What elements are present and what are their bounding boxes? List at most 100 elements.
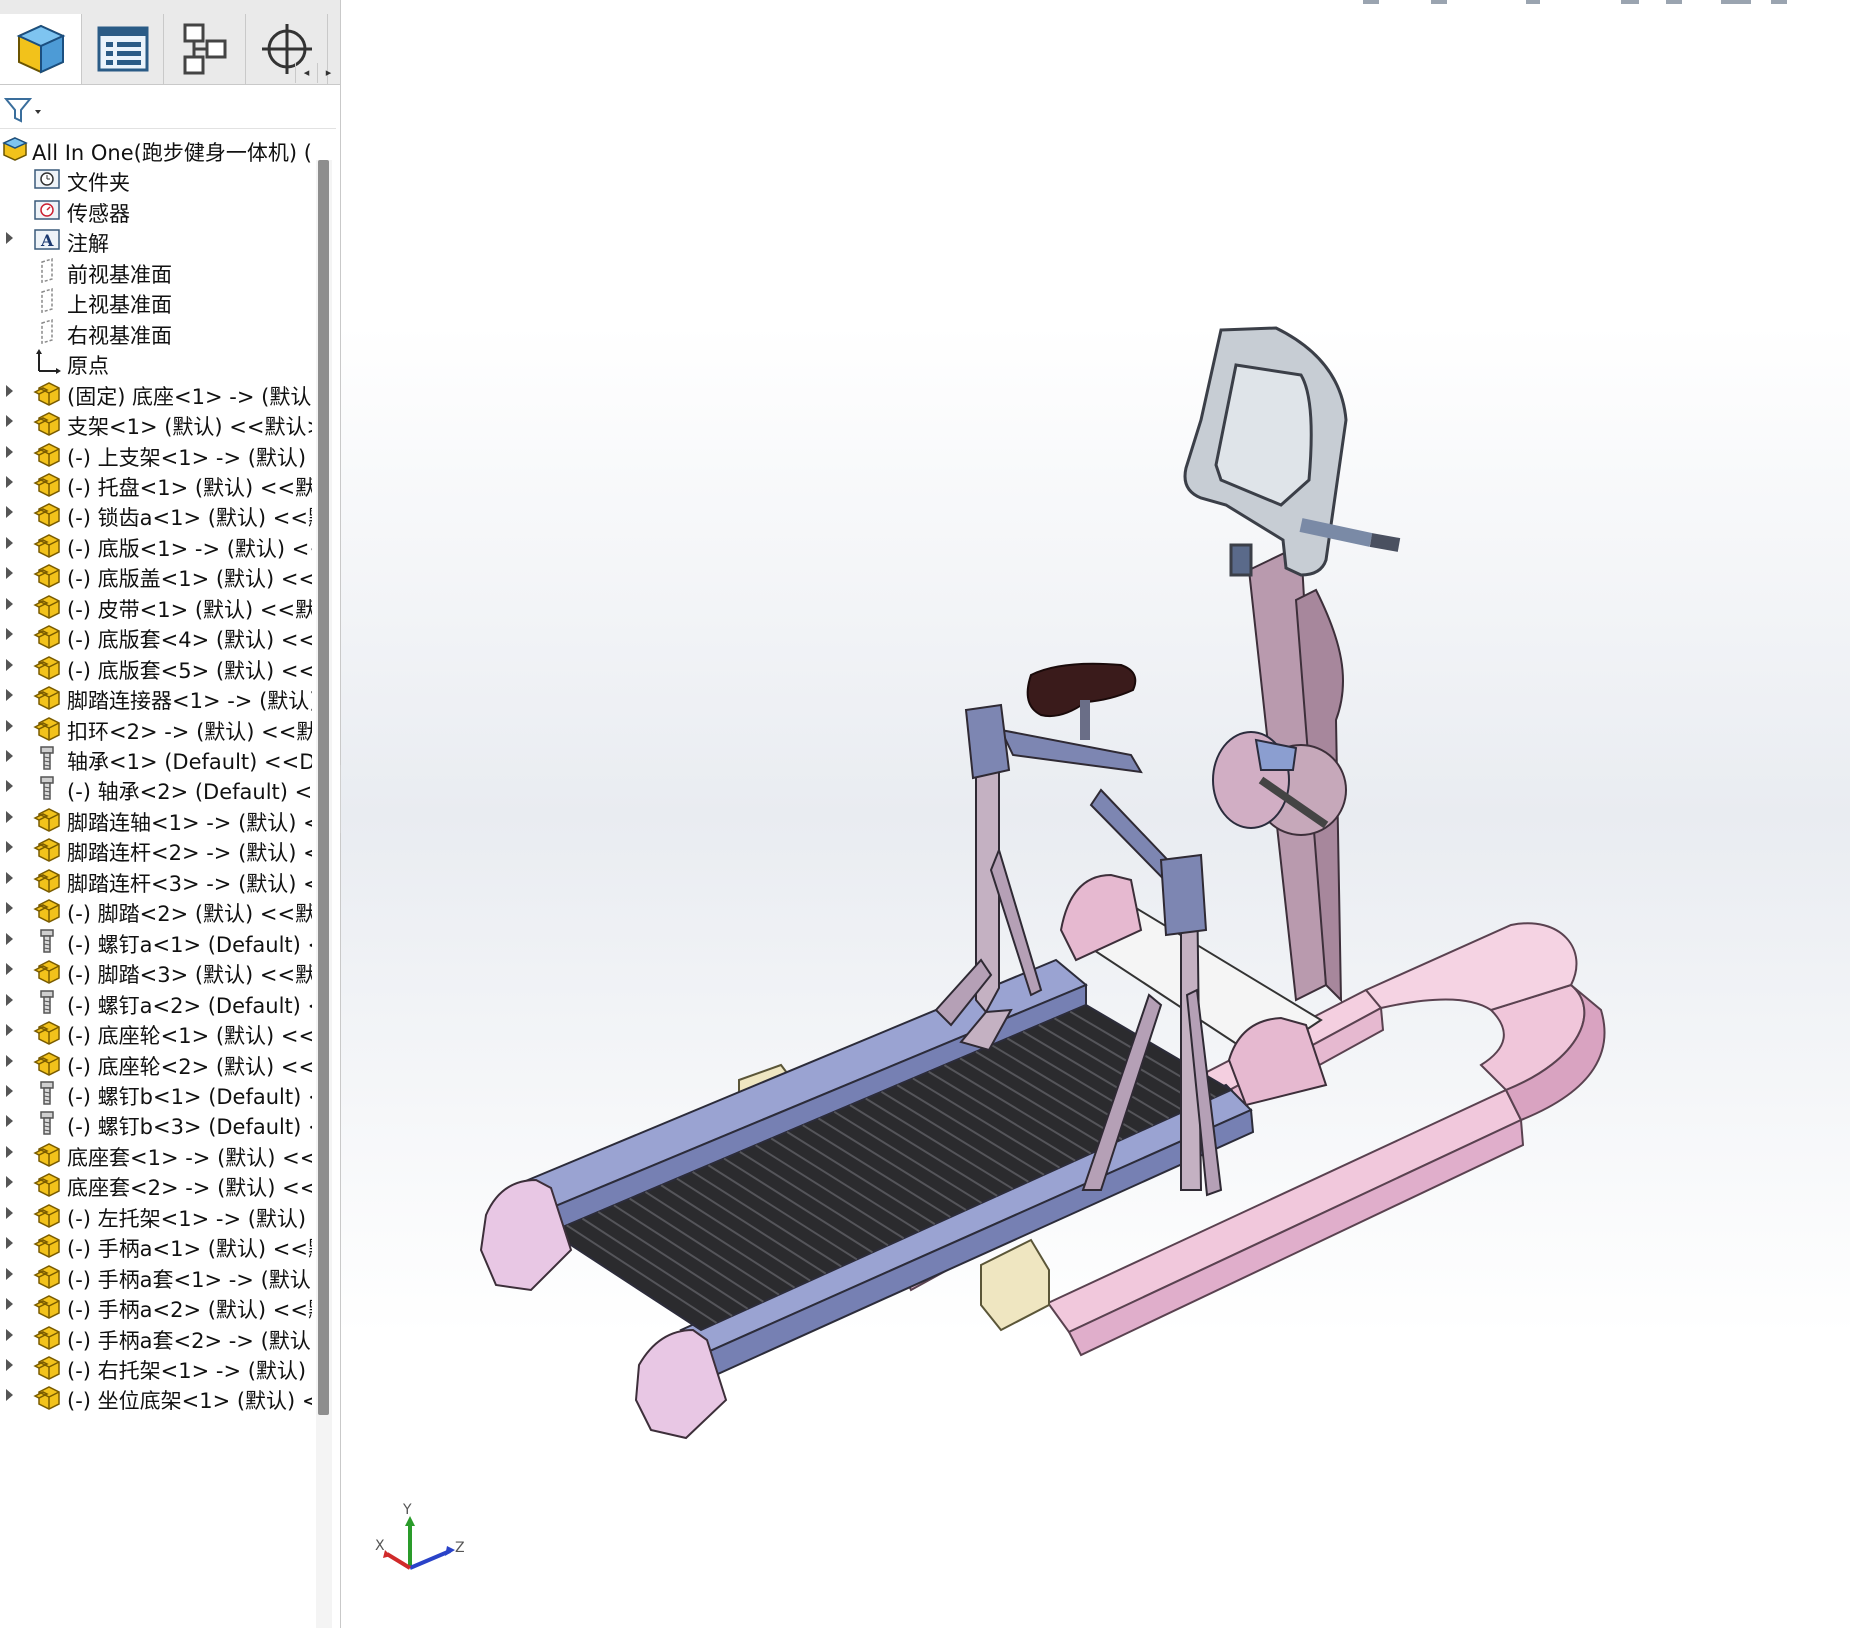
part-icon: [33, 1354, 61, 1380]
svg-text:A: A: [40, 231, 54, 250]
tab-scroll-right-icon[interactable]: ▸: [317, 63, 339, 83]
expand-arrow-icon[interactable]: [6, 811, 13, 823]
expand-arrow-icon[interactable]: [6, 1115, 13, 1127]
feature-manager-panel: ◂ ▸ All In One(跑步健身一体机) (文件夹 传感器 A 注解 前视基准面上…: [0, 0, 341, 1628]
part-icon: [33, 684, 61, 710]
expand-arrow-icon[interactable]: [6, 659, 13, 671]
axis-triad: Y Z X: [375, 1502, 475, 1586]
expand-arrow-icon[interactable]: [6, 1389, 13, 1401]
expand-arrow-icon[interactable]: [6, 780, 13, 792]
origin-icon: [33, 349, 61, 375]
expand-arrow-icon[interactable]: [6, 1237, 13, 1249]
expand-arrow-icon[interactable]: [6, 1024, 13, 1036]
part-cube-icon: [16, 24, 65, 74]
expand-arrow-icon[interactable]: [6, 232, 13, 244]
expand-arrow-icon[interactable]: [6, 446, 13, 458]
expand-arrow-icon[interactable]: [6, 1176, 13, 1188]
configuration-icon: [183, 23, 226, 75]
part-icon: [33, 1263, 61, 1289]
expand-arrow-icon[interactable]: [6, 720, 13, 732]
expand-arrow-icon[interactable]: [6, 994, 13, 1006]
expand-arrow-icon[interactable]: [6, 1146, 13, 1158]
part-icon: [33, 654, 61, 680]
toolbox-icon: [33, 1080, 61, 1106]
part-icon: [33, 380, 61, 406]
toolbox-icon: [33, 745, 61, 771]
part-icon: [33, 410, 61, 436]
tree-filter-row: [0, 88, 336, 129]
expand-arrow-icon[interactable]: [6, 689, 13, 701]
part-icon: [33, 501, 61, 527]
expand-arrow-icon[interactable]: [6, 841, 13, 853]
part-icon: [33, 1202, 61, 1228]
expand-arrow-icon[interactable]: [6, 1359, 13, 1371]
manager-tab-bar: ◂ ▸: [0, 0, 340, 85]
tree-item[interactable]: (-) 坐位底架<1> (默认) <: [0, 1379, 312, 1415]
part-icon: [33, 867, 61, 893]
expand-arrow-icon[interactable]: [6, 415, 13, 427]
featuremanager-tab[interactable]: [0, 14, 82, 84]
tree-scrollbar[interactable]: [316, 160, 332, 1628]
part-icon: [33, 1050, 61, 1076]
part-icon: [33, 715, 61, 741]
tab-scroll-left-icon[interactable]: ◂: [295, 63, 317, 83]
plane-icon: [33, 318, 61, 345]
expand-arrow-icon[interactable]: [6, 628, 13, 640]
tab-scroll-arrows: ◂ ▸: [295, 63, 339, 83]
configurationmanager-tab[interactable]: [164, 14, 246, 84]
expand-arrow-icon[interactable]: [6, 902, 13, 914]
expand-arrow-icon[interactable]: [6, 1298, 13, 1310]
expand-arrow-icon[interactable]: [6, 598, 13, 610]
toolbox-icon: [33, 1110, 61, 1136]
part-icon: [33, 1019, 61, 1045]
part-icon: [33, 562, 61, 588]
front-end-cap: [980, 1238, 1050, 1332]
propertymanager-tab[interactable]: [82, 14, 164, 84]
expand-arrow-icon[interactable]: [6, 933, 13, 945]
toolbox-icon: [33, 928, 61, 954]
triad-y-label: Y: [403, 1502, 412, 1518]
expand-arrow-icon[interactable]: [6, 872, 13, 884]
toolbox-icon: [33, 989, 61, 1015]
part-icon: [33, 1384, 61, 1410]
graphics-viewport[interactable]: Y Z X: [341, 0, 1850, 1628]
treadmill-model[interactable]: [341, 0, 1850, 1628]
expand-arrow-icon[interactable]: [6, 385, 13, 397]
tree-item-label: (-) 坐位底架<1> (默认) <: [67, 1389, 312, 1413]
seat: [1026, 662, 1137, 740]
console-display: [1183, 326, 1401, 577]
property-list-icon: [97, 26, 148, 72]
expand-arrow-icon[interactable]: [6, 537, 13, 549]
plane-icon: [33, 257, 61, 284]
part-icon: [33, 1232, 61, 1258]
part-icon: [33, 836, 61, 862]
expand-arrow-icon[interactable]: [6, 1085, 13, 1097]
part-icon: [33, 441, 61, 467]
assembly-icon: [2, 136, 30, 162]
expand-arrow-icon[interactable]: [6, 567, 13, 579]
expand-arrow-icon[interactable]: [6, 1268, 13, 1280]
heads-up-toolbar: [1363, 0, 1787, 4]
tree-scrollbar-thumb[interactable]: [318, 160, 329, 1415]
expand-arrow-icon[interactable]: [6, 1329, 13, 1341]
part-icon: [33, 471, 61, 497]
expand-arrow-icon[interactable]: [6, 963, 13, 975]
part-icon: [33, 806, 61, 832]
expand-arrow-icon[interactable]: [6, 476, 13, 488]
history-folder-icon: [33, 166, 61, 192]
part-icon: [33, 593, 61, 619]
expand-arrow-icon[interactable]: [6, 506, 13, 518]
expand-arrow-icon[interactable]: [6, 1207, 13, 1219]
part-icon: [33, 532, 61, 558]
plane-icon: [33, 287, 61, 314]
part-icon: [33, 897, 61, 923]
triad-z-label: Z: [455, 1540, 465, 1556]
expand-arrow-icon[interactable]: [6, 750, 13, 762]
part-icon: [33, 1171, 61, 1197]
part-icon: [33, 1293, 61, 1319]
triad-x-label: X: [375, 1538, 385, 1554]
annotation-icon: A: [33, 227, 61, 253]
expand-arrow-icon[interactable]: [6, 1055, 13, 1067]
part-icon: [33, 623, 61, 649]
filter-funnel-icon[interactable]: [4, 96, 42, 124]
